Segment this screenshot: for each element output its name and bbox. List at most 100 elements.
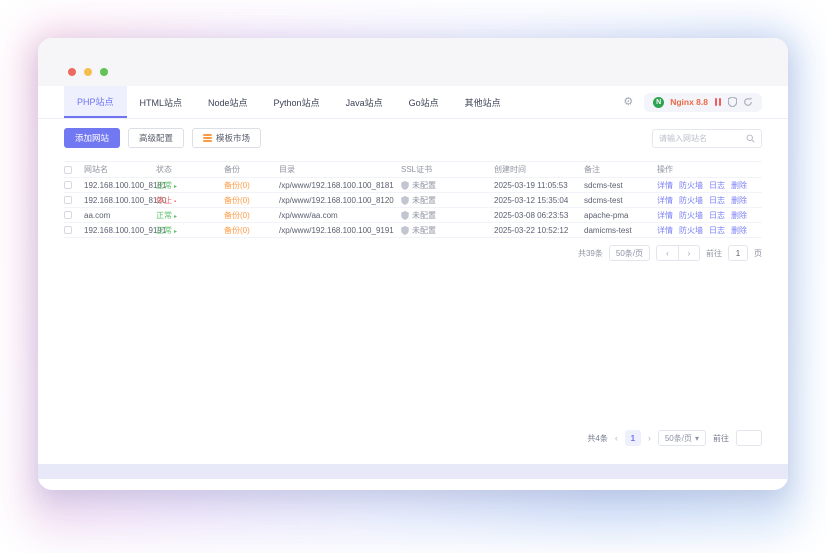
created-time: 2025-03-22 10:52:12 bbox=[494, 226, 584, 235]
next-page-button[interactable]: › bbox=[678, 246, 699, 260]
ssl-shield-icon bbox=[401, 226, 409, 235]
prev-page-button[interactable]: ‹ bbox=[657, 246, 678, 260]
site-name: 192.168.100.100_9191 bbox=[84, 226, 156, 235]
tab-java[interactable]: Java站点 bbox=[333, 86, 396, 118]
minimize-window-button[interactable] bbox=[84, 68, 92, 76]
site-remark: sdcms-test bbox=[584, 181, 657, 190]
site-remark: sdcms-test bbox=[584, 196, 657, 205]
tab-go[interactable]: Go站点 bbox=[396, 86, 452, 118]
created-time: 2025-03-12 15:35:04 bbox=[494, 196, 584, 205]
pause-service-icon[interactable] bbox=[714, 98, 722, 106]
log-link[interactable]: 日志 bbox=[709, 181, 725, 190]
delete-link[interactable]: 删除 bbox=[731, 226, 747, 235]
nginx-version-label: Nginx 8.8 bbox=[670, 97, 708, 107]
ssl-shield-icon bbox=[401, 211, 409, 220]
tab-other[interactable]: 其他站点 bbox=[452, 86, 514, 118]
site-status: 正常▸ bbox=[156, 180, 224, 191]
log-link[interactable]: 日志 bbox=[709, 211, 725, 220]
tab-php[interactable]: PHP站点 bbox=[64, 86, 127, 118]
row-actions: 详情防火墙日志删除 bbox=[657, 180, 762, 191]
firewall-link[interactable]: 防火墙 bbox=[679, 181, 703, 190]
site-directory: /xp/www/192.168.100.100_9191 bbox=[279, 226, 401, 235]
add-site-button[interactable]: 添加网站 bbox=[64, 128, 120, 148]
status-running-icon[interactable]: ▸ bbox=[174, 214, 177, 220]
close-window-button[interactable] bbox=[68, 68, 76, 76]
ssl-status[interactable]: 未配置 bbox=[401, 180, 494, 191]
ssl-status[interactable]: 未配置 bbox=[401, 225, 494, 236]
bottom-next-page-button[interactable]: › bbox=[648, 433, 651, 443]
maximize-window-button[interactable] bbox=[100, 68, 108, 76]
backup-link[interactable]: 备份(0) bbox=[224, 180, 279, 191]
backup-link[interactable]: 备份(0) bbox=[224, 195, 279, 206]
table-header-row: 网站名 状态 备份 目录 SSL证书 创建时间 备注 操作 bbox=[64, 161, 762, 178]
bottom-prev-page-button[interactable]: ‹ bbox=[615, 433, 618, 443]
template-market-button[interactable]: 模板市场 bbox=[192, 128, 261, 148]
bottom-page-size-select[interactable]: 50条/页 ▾ bbox=[658, 430, 706, 446]
page-jump-input[interactable] bbox=[728, 245, 748, 261]
row-checkbox[interactable] bbox=[64, 226, 72, 234]
search-icon[interactable] bbox=[746, 134, 755, 143]
row-checkbox[interactable] bbox=[64, 196, 72, 204]
site-remark: damicms-test bbox=[584, 226, 657, 235]
site-detail-link[interactable]: 详情 bbox=[657, 196, 673, 205]
bottom-page-size-value: 50条/页 bbox=[665, 433, 692, 444]
window-titlebar bbox=[38, 38, 788, 86]
bottom-pagination: 共4条 ‹ 1 › 50条/页 ▾ 前往 bbox=[64, 430, 762, 446]
col-backup: 备份 bbox=[224, 164, 279, 175]
row-actions: 详情防火墙日志删除 bbox=[657, 195, 762, 206]
window-footer-strip bbox=[38, 464, 788, 479]
created-time: 2025-03-08 06:23:53 bbox=[494, 211, 584, 220]
firewall-link[interactable]: 防火墙 bbox=[679, 196, 703, 205]
created-time: 2025-03-19 11:05:53 bbox=[494, 181, 584, 190]
advanced-config-button[interactable]: 高级配置 bbox=[128, 128, 184, 148]
delete-link[interactable]: 删除 bbox=[731, 196, 747, 205]
firewall-link[interactable]: 防火墙 bbox=[679, 211, 703, 220]
site-search-input[interactable] bbox=[659, 134, 746, 143]
tab-node[interactable]: Node站点 bbox=[195, 86, 261, 118]
delete-link[interactable]: 删除 bbox=[731, 181, 747, 190]
log-link[interactable]: 日志 bbox=[709, 226, 725, 235]
ssl-status-label: 未配置 bbox=[412, 195, 436, 206]
site-detail-link[interactable]: 详情 bbox=[657, 211, 673, 220]
total-count-label: 共39条 bbox=[578, 248, 603, 259]
ssl-status-label: 未配置 bbox=[412, 225, 436, 236]
site-detail-link[interactable]: 详情 bbox=[657, 181, 673, 190]
status-stopped-icon[interactable]: ▪ bbox=[174, 199, 176, 205]
backup-link[interactable]: 备份(0) bbox=[224, 210, 279, 221]
bottom-jump-to-label: 前往 bbox=[713, 433, 729, 444]
main-content: 添加网站 高级配置 模板市场 网站名 状态 备份 目录 bbox=[38, 119, 788, 464]
status-running-icon[interactable]: ▸ bbox=[174, 229, 177, 235]
site-detail-link[interactable]: 详情 bbox=[657, 226, 673, 235]
web-service-status: N Nginx 8.8 bbox=[644, 93, 762, 112]
row-checkbox[interactable] bbox=[64, 211, 72, 219]
firewall-link[interactable]: 防火墙 bbox=[679, 226, 703, 235]
row-checkbox[interactable] bbox=[64, 181, 72, 189]
table-row: 192.168.100.100_9191正常▸备份(0)/xp/www/192.… bbox=[64, 223, 762, 238]
tab-python[interactable]: Python站点 bbox=[261, 86, 333, 118]
settings-gear-icon[interactable]: ⚙ bbox=[623, 97, 633, 108]
site-directory: /xp/www/aa.com bbox=[279, 211, 401, 220]
page-size-select[interactable]: 50条/页 bbox=[609, 245, 650, 261]
site-status: 正常▸ bbox=[156, 210, 224, 221]
status-running-icon[interactable]: ▸ bbox=[174, 184, 177, 190]
shield-check-icon[interactable] bbox=[728, 97, 737, 107]
site-status: 停止▪ bbox=[156, 195, 224, 206]
row-actions: 详情防火墙日志删除 bbox=[657, 225, 762, 236]
desktop-background: PHP站点HTML站点Node站点Python站点Java站点Go站点其他站点 … bbox=[0, 0, 826, 553]
backup-link[interactable]: 备份(0) bbox=[224, 225, 279, 236]
site-remark: apache-pma bbox=[584, 211, 657, 220]
template-market-icon bbox=[203, 133, 212, 143]
content-spacer bbox=[64, 261, 762, 430]
log-link[interactable]: 日志 bbox=[709, 196, 725, 205]
bottom-page-jump-input[interactable] bbox=[736, 430, 762, 446]
site-toolbar: 添加网站 高级配置 模板市场 bbox=[64, 127, 762, 149]
ssl-status[interactable]: 未配置 bbox=[401, 195, 494, 206]
refresh-service-icon[interactable] bbox=[743, 97, 753, 107]
col-ssl: SSL证书 bbox=[401, 164, 494, 175]
delete-link[interactable]: 删除 bbox=[731, 211, 747, 220]
current-page-button[interactable]: 1 bbox=[625, 430, 641, 446]
tab-html[interactable]: HTML站点 bbox=[127, 86, 196, 118]
site-type-tabbar: PHP站点HTML站点Node站点Python站点Java站点Go站点其他站点 … bbox=[38, 86, 788, 119]
select-all-checkbox[interactable] bbox=[64, 166, 72, 174]
ssl-status[interactable]: 未配置 bbox=[401, 210, 494, 221]
